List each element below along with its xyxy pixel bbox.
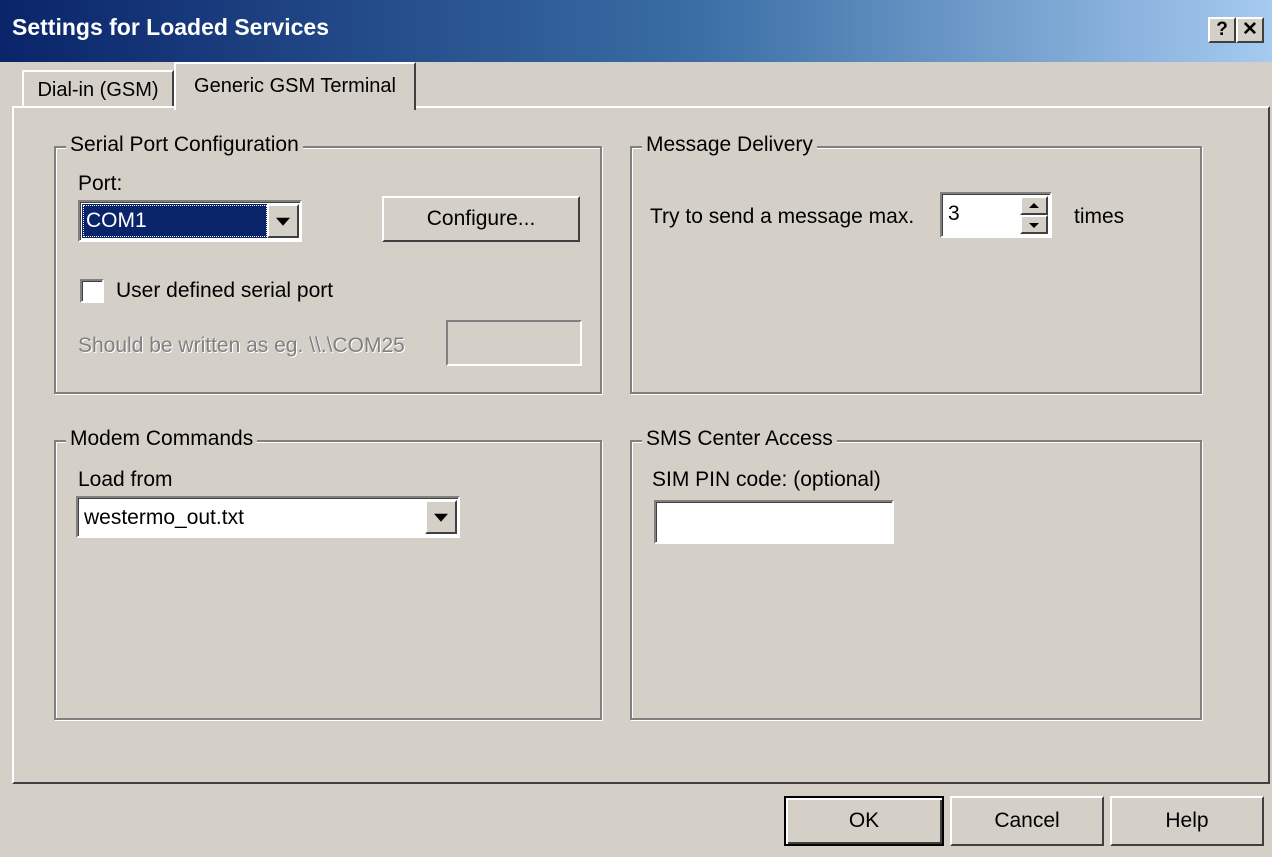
spin-up-button[interactable] <box>1020 196 1048 215</box>
load-from-value: westermo_out.txt <box>84 506 244 529</box>
load-from-dropdown-button[interactable] <box>425 500 457 534</box>
tab-dial-in-gsm[interactable]: Dial-in (GSM) <box>22 70 174 108</box>
spin-up-icon <box>1029 202 1039 208</box>
port-label: Port: <box>78 172 123 195</box>
port-dropdown-button[interactable] <box>267 204 299 238</box>
port-select-value: COM1 <box>82 204 268 238</box>
modem-commands-legend: Modem Commands <box>66 427 258 451</box>
help-caption-button[interactable]: ? <box>1208 17 1236 43</box>
load-from-label: Load from <box>78 468 173 491</box>
close-caption-button[interactable]: ✕ <box>1236 17 1264 43</box>
max-tries-spinner[interactable]: 3 <box>940 192 1052 238</box>
spin-down-icon <box>1029 222 1039 228</box>
times-label: times <box>1074 205 1125 228</box>
max-tries-input[interactable]: 3 <box>948 202 960 226</box>
sms-center-legend: SMS Center Access <box>642 427 837 451</box>
user-defined-label: User defined serial port <box>116 279 334 302</box>
cancel-button[interactable]: Cancel <box>950 796 1104 846</box>
port-select[interactable]: COM1 <box>78 200 302 242</box>
spin-down-button[interactable] <box>1020 215 1048 234</box>
load-from-select[interactable]: westermo_out.txt <box>76 496 460 538</box>
message-delivery-group: Message Delivery <box>630 133 1202 394</box>
port-hint-text: Should be written as eg. \\.\COM25 <box>78 334 405 357</box>
sim-pin-label: SIM PIN code: (optional) <box>652 468 881 491</box>
chevron-down-icon <box>276 217 290 226</box>
close-icon: ✕ <box>1242 19 1258 40</box>
title-bar[interactable]: Settings for Loaded Services ? ✕ <box>0 0 1272 62</box>
chevron-down-icon <box>434 513 448 522</box>
message-delivery-legend: Message Delivery <box>642 133 817 157</box>
configure-button[interactable]: Configure... <box>382 196 580 242</box>
tab-generic-gsm-terminal[interactable]: Generic GSM Terminal <box>174 62 416 110</box>
try-send-label: Try to send a message max. <box>650 205 915 228</box>
user-defined-checkbox[interactable] <box>80 279 104 303</box>
sim-pin-input[interactable] <box>654 500 894 544</box>
help-button[interactable]: Help <box>1110 796 1264 846</box>
ok-button[interactable]: OK <box>784 796 944 846</box>
serial-port-legend: Serial Port Configuration <box>66 133 303 157</box>
window-title: Settings for Loaded Services <box>12 14 329 40</box>
custom-port-input[interactable] <box>446 320 582 366</box>
